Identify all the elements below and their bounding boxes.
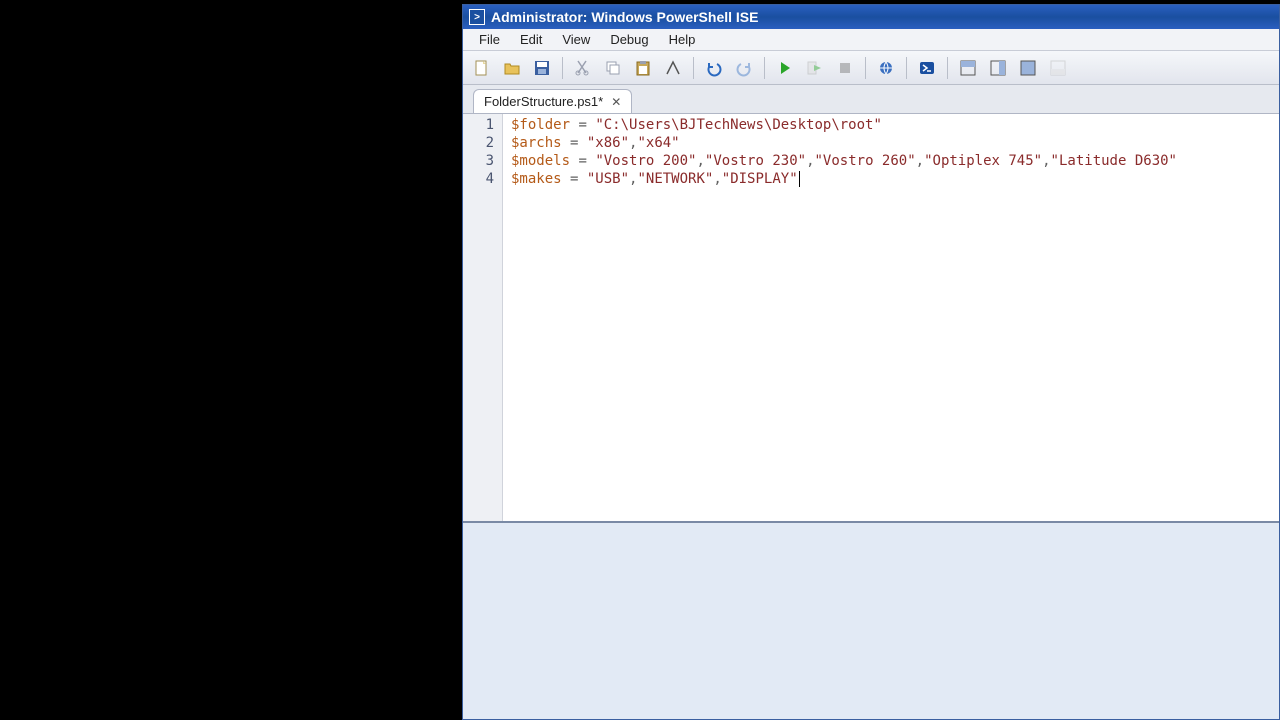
show-command-addon-button[interactable] [1045, 55, 1071, 81]
run-script-button[interactable] [772, 55, 798, 81]
script-editor[interactable]: 1 2 3 4 $folder = "C:\Users\BJTechNews\D… [463, 113, 1279, 521]
code-comma: , [806, 153, 814, 169]
code-comma: , [1042, 153, 1050, 169]
toolbar-separator [865, 57, 866, 79]
code-string: "x86" [587, 135, 629, 151]
app-icon: > [469, 9, 485, 25]
code-comma: , [916, 153, 924, 169]
line-number: 4 [463, 170, 502, 188]
script-tab-label: FolderStructure.ps1* [484, 94, 603, 109]
code-variable: $folder [511, 117, 570, 133]
code-line[interactable]: $makes = "USB","NETWORK","DISPLAY" [511, 170, 1271, 188]
show-script-pane-max-button[interactable] [1015, 55, 1041, 81]
run-selection-button[interactable] [802, 55, 828, 81]
code-string: "C:\Users\BJTechNews\Desktop\root" [595, 117, 882, 133]
code-string: "x64" [637, 135, 679, 151]
code-operator: = [570, 117, 595, 133]
close-tab-icon[interactable]: ✕ [611, 95, 621, 109]
paste-button[interactable] [630, 55, 656, 81]
script-tab[interactable]: FolderStructure.ps1* ✕ [473, 89, 632, 113]
line-number: 1 [463, 116, 502, 134]
clear-console-button[interactable] [660, 55, 686, 81]
code-string: "Vostro 200" [595, 153, 696, 169]
code-comma: , [713, 171, 721, 187]
code-operator: = [562, 135, 587, 151]
code-line[interactable]: $folder = "C:\Users\BJTechNews\Desktop\r… [511, 116, 1271, 134]
code-variable: $archs [511, 135, 562, 151]
toolbar-separator [906, 57, 907, 79]
code-string: "Vostro 260" [815, 153, 916, 169]
code-variable: $models [511, 153, 570, 169]
toolbar-separator [693, 57, 694, 79]
ise-window: > Administrator: Windows PowerShell ISE … [462, 4, 1280, 720]
powershell-tab-button[interactable] [914, 55, 940, 81]
new-button[interactable] [469, 55, 495, 81]
code-operator: = [562, 171, 587, 187]
code-string: "USB" [587, 171, 629, 187]
code-string: "Vostro 230" [705, 153, 806, 169]
copy-button[interactable] [600, 55, 626, 81]
menu-edit[interactable]: Edit [510, 30, 552, 49]
line-number-gutter: 1 2 3 4 [463, 114, 503, 521]
code-line[interactable]: $models = "Vostro 200","Vostro 230","Vos… [511, 152, 1271, 170]
title-bar[interactable]: > Administrator: Windows PowerShell ISE [463, 5, 1279, 29]
code-string: "Latitude D630" [1051, 153, 1177, 169]
toolbar [463, 51, 1279, 85]
tab-strip: FolderStructure.ps1* ✕ [463, 85, 1279, 113]
code-operator: = [570, 153, 595, 169]
show-script-pane-top-button[interactable] [955, 55, 981, 81]
code-string: "NETWORK" [637, 171, 713, 187]
undo-button[interactable] [701, 55, 727, 81]
menu-help[interactable]: Help [659, 30, 706, 49]
new-remote-tab-button[interactable] [873, 55, 899, 81]
text-caret [799, 171, 800, 187]
line-number: 3 [463, 152, 502, 170]
menu-file[interactable]: File [469, 30, 510, 49]
stop-button[interactable] [832, 55, 858, 81]
cut-button[interactable] [570, 55, 596, 81]
save-button[interactable] [529, 55, 555, 81]
menu-bar: File Edit View Debug Help [463, 29, 1279, 51]
code-string: "Optiplex 745" [924, 153, 1042, 169]
line-number: 2 [463, 134, 502, 152]
menu-view[interactable]: View [552, 30, 600, 49]
code-area[interactable]: $folder = "C:\Users\BJTechNews\Desktop\r… [503, 114, 1279, 521]
code-line[interactable]: $archs = "x86","x64" [511, 134, 1271, 152]
toolbar-separator [764, 57, 765, 79]
console-pane[interactable] [463, 521, 1279, 719]
code-comma: , [696, 153, 704, 169]
window-title: Administrator: Windows PowerShell ISE [491, 9, 758, 25]
show-script-pane-right-button[interactable] [985, 55, 1011, 81]
open-button[interactable] [499, 55, 525, 81]
code-string: "DISPLAY" [722, 171, 798, 187]
code-variable: $makes [511, 171, 562, 187]
toolbar-separator [562, 57, 563, 79]
toolbar-separator [947, 57, 948, 79]
menu-debug[interactable]: Debug [600, 30, 658, 49]
redo-button[interactable] [731, 55, 757, 81]
